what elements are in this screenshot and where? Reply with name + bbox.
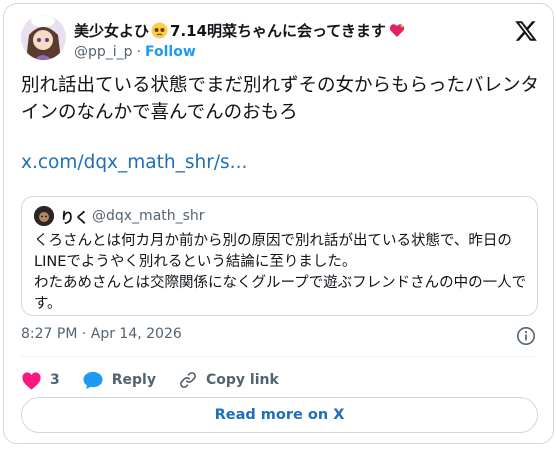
copy-link-button[interactable]: Copy link: [178, 370, 279, 390]
embedded-post-card: 美少女よひ 7.14明菜ちゃんに会ってきます @pp_i_p · Follow …: [3, 3, 554, 444]
link-icon: [180, 372, 196, 388]
separator-dot: ·: [136, 44, 142, 60]
post-timestamp[interactable]: 8:27 PM · Apr 14, 2026: [21, 326, 182, 342]
speech-bubble-icon: [83, 371, 103, 390]
author-name-part1: 美少女よひ: [74, 22, 150, 40]
quoted-text-line1: くろさんとは何カ月か前から別の原因で別れ話が出ている状態で、昨日のLINEでよう…: [34, 233, 512, 270]
x-logo-icon[interactable]: [514, 19, 538, 43]
quoted-post[interactable]: りく @dqx_math_shr くろさんとは何カ月か前から別の原因で別れ話が出…: [21, 196, 538, 316]
quoted-author-handle: @dqx_math_shr: [92, 208, 205, 224]
info-icon[interactable]: [516, 326, 536, 346]
quoted-post-text: くろさんとは何カ月か前から別の原因で別れ話が出ている状態で、昨日のLINEでよう…: [34, 231, 529, 315]
quoted-author-avatar: [34, 206, 54, 226]
read-more-button[interactable]: Read more on X: [21, 397, 538, 433]
author-name-part2: 7.14明菜ちゃんに会ってきます: [170, 22, 386, 40]
copy-link-label: Copy link: [205, 372, 279, 388]
author-handle-row: @pp_i_p · Follow: [74, 44, 196, 60]
like-button[interactable]: 3: [21, 371, 60, 390]
quoted-text-line2: わたあめさんとは交際関係になくグループで遊ぶフレンドさんの中の一人です。: [34, 275, 527, 312]
like-count: 3: [50, 372, 60, 388]
follow-button[interactable]: Follow: [145, 44, 196, 60]
heart-icon: [22, 371, 41, 390]
sparkling-heart-emoji: [388, 22, 405, 39]
pleading-face-emoji: [151, 22, 168, 39]
divider: [21, 356, 536, 357]
post-text: 別れ話出ている状態でまだ別れずその女からもらったバレンタインのなんかで喜んでんの…: [21, 75, 540, 123]
quoted-author-name: りく: [60, 211, 89, 227]
reply-button[interactable]: Reply: [82, 370, 156, 390]
post-link[interactable]: x.com/dqx_math_shr/s...: [21, 152, 247, 173]
author-handle[interactable]: @pp_i_p: [74, 44, 133, 60]
reply-label: Reply: [111, 372, 156, 388]
author-avatar[interactable]: [21, 15, 66, 60]
action-bar: 3 Reply Copy link: [21, 368, 301, 392]
author-name[interactable]: 美少女よひ 7.14明菜ちゃんに会ってきます: [74, 20, 405, 41]
